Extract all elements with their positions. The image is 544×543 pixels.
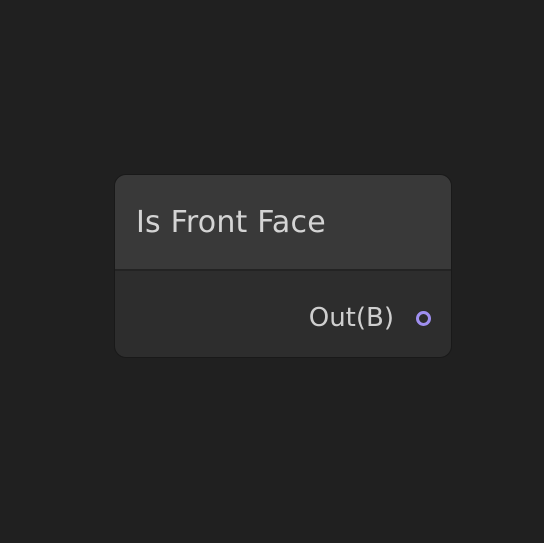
output-port-row[interactable]: Out(B) [309, 303, 431, 333]
node-title: Is Front Face [136, 204, 326, 240]
node-header[interactable]: Is Front Face [115, 175, 451, 271]
is-front-face-node[interactable]: Is Front Face Out(B) [114, 174, 452, 358]
node-body: Out(B) [115, 271, 451, 357]
output-port-label: Out(B) [308, 303, 394, 333]
output-port-connector-icon[interactable] [416, 310, 431, 326]
graph-canvas[interactable]: Is Front Face Out(B) [0, 0, 544, 543]
